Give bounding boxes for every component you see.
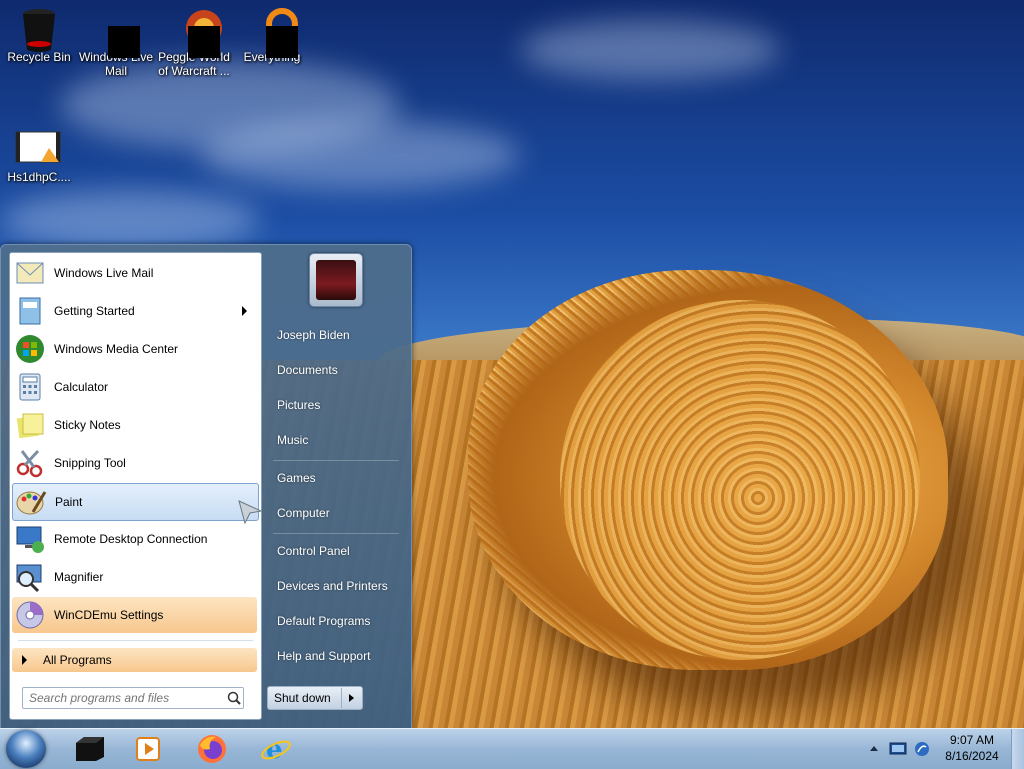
program-sticky-notes[interactable]: Sticky Notes — [12, 407, 257, 443]
program-label: Paint — [55, 495, 83, 509]
firefox-icon — [198, 735, 226, 763]
start-menu-programs-pane: Windows Live Mail Getting Started Window… — [9, 252, 262, 720]
right-item-music[interactable]: Music — [267, 425, 403, 455]
peggle-icon — [174, 8, 222, 58]
show-hidden-icons-icon[interactable] — [868, 743, 880, 755]
divider — [273, 460, 399, 461]
program-label: Sticky Notes — [54, 418, 121, 432]
everything-icon — [252, 8, 298, 58]
program-getting-started[interactable]: Getting Started — [12, 293, 257, 329]
right-item-control-panel[interactable]: Control Panel — [267, 536, 403, 566]
program-paint[interactable]: Paint — [12, 483, 259, 521]
shutdown-options-arrow-icon[interactable] — [341, 688, 362, 708]
media-player-icon — [136, 737, 160, 761]
all-programs-button[interactable]: All Programs — [12, 648, 257, 672]
right-item-help-support[interactable]: Help and Support — [267, 641, 403, 671]
recycle-bin-icon — [19, 8, 59, 52]
right-item-pictures[interactable]: Pictures — [267, 390, 403, 420]
windows-media-center-icon — [14, 333, 46, 365]
getting-started-icon — [14, 295, 46, 327]
video-file-icon — [15, 128, 61, 168]
windows-live-mail-icon — [14, 257, 46, 289]
program-label: Windows Live Mail — [54, 266, 154, 280]
right-item-documents[interactable]: Documents — [267, 355, 403, 385]
program-label: Windows Media Center — [54, 342, 179, 356]
snipping-tool-icon — [14, 447, 46, 479]
program-wincdemu-settings[interactable]: WinCDEmu Settings — [12, 597, 257, 633]
program-windows-live-mail[interactable]: Windows Live Mail — [12, 255, 257, 291]
remote-desktop-icon — [14, 523, 46, 555]
start-button[interactable] — [6, 730, 46, 768]
clock-time: 9:07 AM — [949, 733, 995, 747]
program-label: Remote Desktop Connection — [54, 532, 208, 546]
taskbar-clock[interactable]: 9:07 AM 8/16/2024 — [936, 732, 1008, 764]
shutdown-label: Shut down — [274, 691, 331, 705]
file-explorer-icon — [76, 737, 104, 761]
taskbar-file-explorer[interactable] — [66, 731, 114, 767]
program-snipping-tool[interactable]: Snipping Tool — [12, 445, 257, 481]
program-calculator[interactable]: Calculator — [12, 369, 257, 405]
magnifier-icon — [14, 561, 46, 593]
divider — [18, 640, 253, 641]
right-item-devices-printers[interactable]: Devices and Printers — [267, 571, 403, 601]
internet-explorer-icon: e — [261, 735, 291, 765]
mouse-cursor-icon — [238, 500, 263, 525]
program-magnifier[interactable]: Magnifier — [12, 559, 257, 595]
clock-date: 8/16/2024 — [945, 749, 999, 763]
right-item-user[interactable]: Joseph Biden — [267, 320, 403, 350]
desktop-icon-windows-live-mail[interactable]: Windows Live Mail — [78, 4, 154, 78]
action-center-icon[interactable] — [889, 741, 907, 757]
program-label: Snipping Tool — [54, 456, 126, 470]
desktop-icon-hs1dhpc[interactable]: Hs1dhpC.... — [1, 124, 77, 184]
taskbar-internet-explorer[interactable]: e — [252, 731, 300, 767]
right-item-default-programs[interactable]: Default Programs — [267, 606, 403, 636]
submenu-arrow-icon[interactable] — [242, 306, 247, 316]
program-label: Calculator — [54, 380, 109, 394]
desktop-icon-peggle[interactable]: Peggle World of Warcraft ... — [156, 4, 232, 78]
right-item-computer[interactable]: Computer — [267, 498, 403, 528]
program-remote-desktop-connection[interactable]: Remote Desktop Connection — [12, 521, 257, 557]
expand-arrow-icon — [22, 655, 27, 665]
paint-icon — [15, 486, 47, 518]
windows-live-mail-icon — [96, 8, 140, 58]
search-input[interactable] — [23, 690, 225, 706]
show-desktop-button[interactable] — [1011, 729, 1024, 769]
svg-text:e: e — [266, 735, 283, 765]
sticky-notes-icon — [14, 409, 46, 441]
program-windows-media-center[interactable]: Windows Media Center — [12, 331, 257, 367]
right-item-games[interactable]: Games — [267, 463, 403, 493]
all-programs-label: All Programs — [43, 653, 112, 667]
program-label: WinCDEmu Settings — [54, 608, 164, 622]
program-label: Magnifier — [54, 570, 104, 584]
taskbar-media-player[interactable] — [124, 731, 172, 767]
search-box[interactable] — [22, 687, 244, 709]
program-label: Getting Started — [54, 304, 135, 318]
taskbar-firefox[interactable] — [188, 731, 236, 767]
start-menu: Windows Live Mail Getting Started Window… — [0, 244, 412, 730]
wincdemu-icon — [14, 599, 46, 631]
calculator-icon — [14, 371, 46, 403]
desktop-icon-recycle-bin[interactable]: Recycle Bin — [1, 4, 77, 64]
desktop-icon-everything[interactable]: Everything — [234, 4, 310, 64]
desktop-icon-label: Hs1dhpC.... — [7, 170, 71, 184]
shutdown-button[interactable]: Shut down — [267, 686, 363, 710]
divider — [273, 533, 399, 534]
network-icon[interactable] — [913, 740, 931, 758]
taskbar: e 9:07 AM 8/16/2024 — [0, 728, 1024, 769]
search-icon[interactable] — [225, 689, 243, 707]
user-avatar[interactable] — [309, 253, 363, 307]
